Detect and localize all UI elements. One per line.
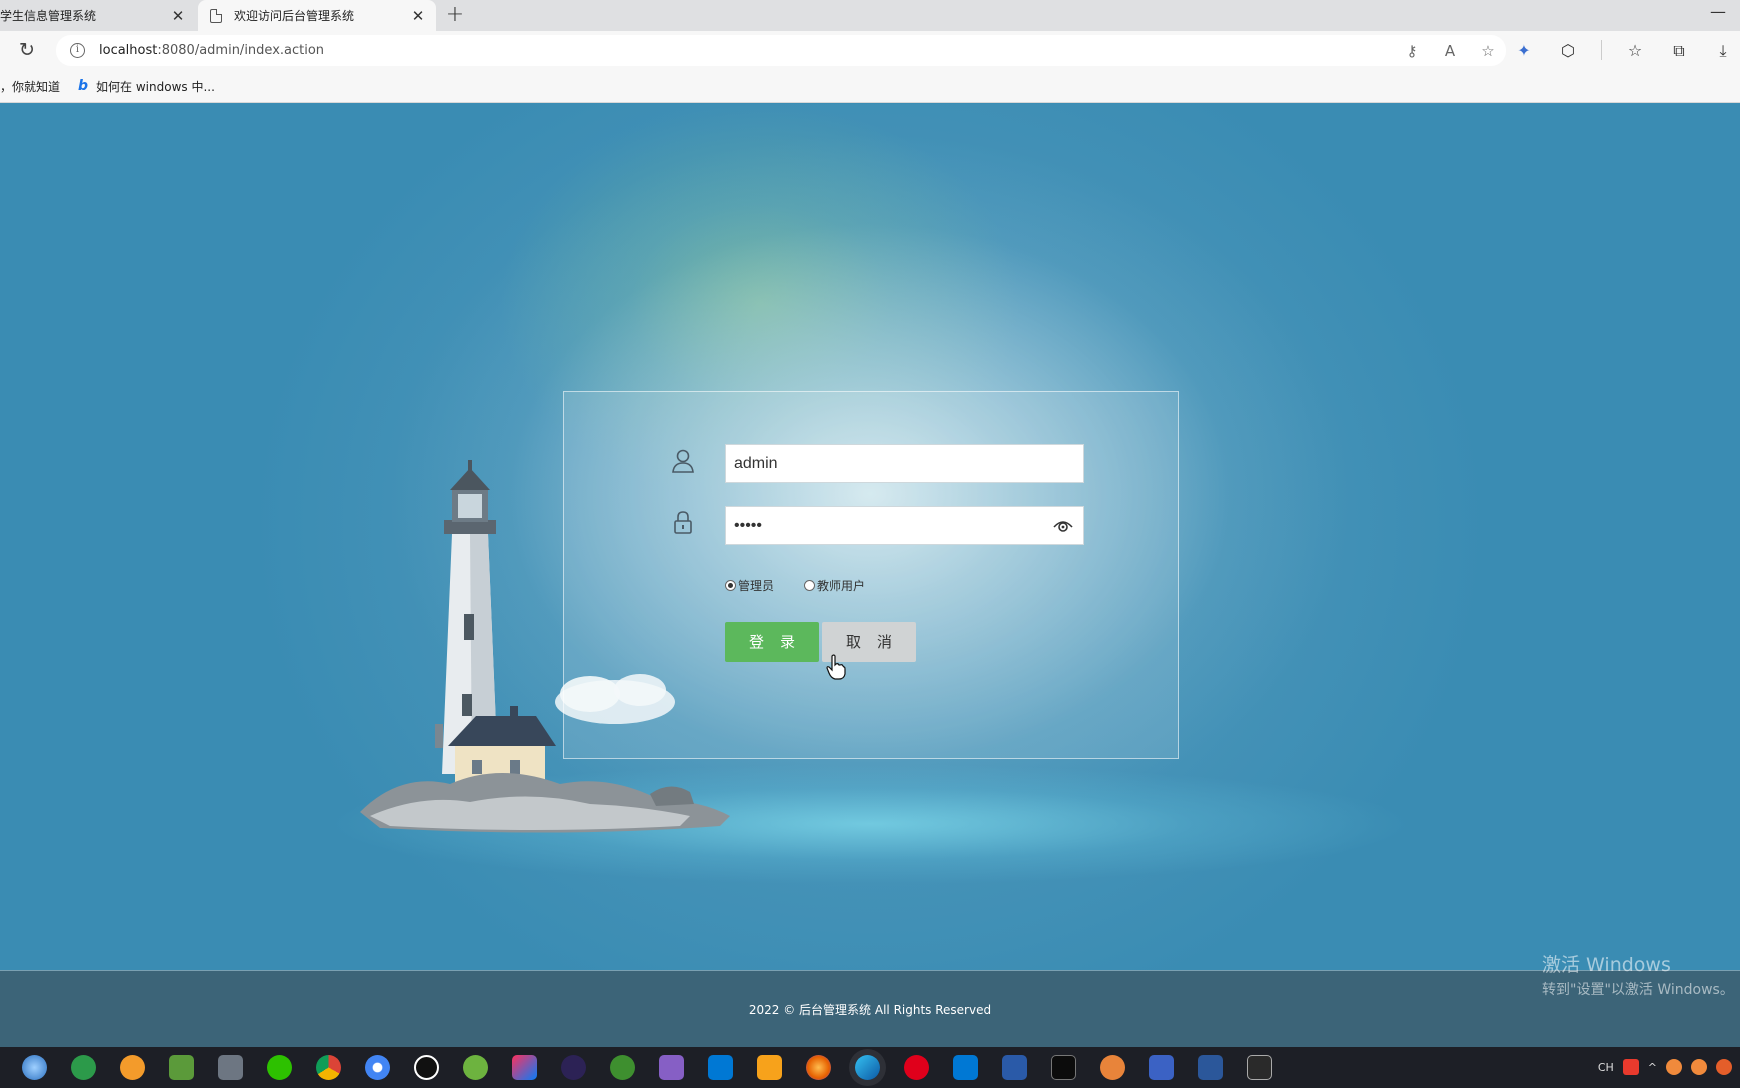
gear-app-icon[interactable] (1100, 1055, 1125, 1080)
show-hidden-icons-icon[interactable]: ^ (1648, 1061, 1657, 1074)
radio-button[interactable] (804, 580, 816, 591)
visual-studio-app-icon[interactable] (659, 1055, 684, 1080)
radio-button[interactable] (725, 580, 736, 591)
intellij-app-icon[interactable] (512, 1055, 537, 1080)
tools-app-icon[interactable] (218, 1055, 243, 1080)
extensions-icon[interactable]: ⬡ (1557, 40, 1579, 62)
globe-app-icon[interactable] (22, 1055, 47, 1080)
password-input[interactable]: ••••• (725, 506, 1084, 545)
password-masked-value: ••••• (734, 517, 763, 534)
browser-toolbar: ↻ i localhost:8080/admin/index.action ⚷ … (0, 31, 1740, 70)
windows-taskbar: CH ^ (0, 1047, 1740, 1088)
qq-app-icon[interactable] (414, 1055, 439, 1080)
spring-tool-app-icon[interactable] (610, 1055, 635, 1080)
tab-student-info[interactable]: 学生信息管理系统 ✕ (0, 0, 196, 31)
role-option-teacher[interactable]: 教师用户 (804, 577, 865, 594)
site-info-icon[interactable]: i (70, 43, 85, 58)
page-icon (210, 8, 222, 23)
role-selector: 管理员 教师用户 (725, 577, 865, 594)
minimize-window-button[interactable]: — (1710, 2, 1726, 21)
toolbar-divider (1601, 40, 1602, 60)
browser-tab-strip: 学生信息管理系统 ✕ 欢迎访问后台管理系统 ✕ + — (0, 0, 1740, 31)
hand-cursor-icon (826, 654, 846, 680)
tab-title: 学生信息管理系统 (0, 9, 97, 23)
login-panel: admin ••••• 管理员 教师用户 登录 取消 (563, 391, 1179, 759)
address-bar-actions: ⚷ A ☆ (1402, 41, 1498, 61)
chrome-app-icon[interactable] (316, 1055, 341, 1080)
word-app-icon[interactable] (1198, 1055, 1223, 1080)
edge-app-icon[interactable] (855, 1055, 880, 1080)
taskbar-app-icons (22, 1055, 1272, 1080)
minecraft-app-icon[interactable] (169, 1055, 194, 1080)
vscode-app-icon[interactable] (953, 1055, 978, 1080)
show-password-icon[interactable] (1053, 517, 1073, 535)
tray-app-icon[interactable] (1691, 1059, 1707, 1075)
tray-app-icon[interactable] (1666, 1059, 1682, 1075)
xshell-app-icon[interactable] (71, 1055, 96, 1080)
powershell-app-icon[interactable] (1002, 1055, 1027, 1080)
opera-app-icon[interactable] (904, 1055, 929, 1080)
read-aloud-icon[interactable]: A (1440, 41, 1460, 61)
downloads-icon[interactable]: ⤓ (1712, 40, 1734, 62)
tab-title: 欢迎访问后台管理系统 (234, 9, 355, 23)
bing-icon: b (78, 78, 89, 94)
page-footer: 2022 © 后台管理系统 All Rights Reserved (0, 970, 1740, 1047)
key-icon[interactable]: ⚷ (1402, 41, 1422, 61)
watermark-line-2: 转到"设置"以激活 Windows。 (1542, 982, 1734, 998)
firefox-app-icon[interactable] (806, 1055, 831, 1080)
orange-app-icon[interactable] (120, 1055, 145, 1080)
system-tray: CH ^ (1598, 1059, 1732, 1075)
store-app-icon[interactable] (708, 1055, 733, 1080)
terminal-app-icon[interactable] (1051, 1055, 1076, 1080)
lock-icon (674, 511, 692, 534)
login-button[interactable]: 登录 (725, 622, 819, 662)
new-tab-button[interactable]: + (442, 3, 468, 29)
copyright-text: 2022 © 后台管理系统 All Rights Reserved (748, 1003, 992, 1017)
login-page-background: admin ••••• 管理员 教师用户 登录 取消 (0, 104, 1740, 970)
favorite-label: ，你就知道 (0, 79, 61, 94)
url-text: localhost:8080/admin/index.action (99, 43, 325, 58)
close-tab-icon[interactable]: ✕ (406, 7, 430, 25)
role-label: 管理员 (738, 579, 775, 593)
role-option-admin[interactable]: 管理员 (725, 577, 774, 594)
chromium-app-icon[interactable] (365, 1055, 390, 1080)
reload-icon[interactable]: ↻ (16, 40, 38, 62)
orange-square-app-icon[interactable] (757, 1055, 782, 1080)
eclipse-app-icon[interactable] (561, 1055, 586, 1080)
browser-toolbar-icons: ✦ ⬡ ☆ ⧉ ⤓ (1513, 40, 1734, 62)
watermark-line-1: 激活 Windows (1542, 954, 1671, 976)
favorite-item[interactable]: ，你就知道 (0, 78, 60, 95)
favorite-item[interactable]: b 如何在 windows 中... (78, 78, 215, 95)
favorite-label: 如何在 windows 中... (96, 79, 215, 94)
favorites-bar: ，你就知道 b 如何在 windows 中... (0, 70, 1740, 103)
windows-activation-watermark: 激活 Windows 转到"设置"以激活 Windows。 (1542, 950, 1734, 999)
wechat-app-icon[interactable] (267, 1055, 292, 1080)
spring-app-icon[interactable] (463, 1055, 488, 1080)
tab-admin-welcome[interactable]: 欢迎访问后台管理系统 ✕ (198, 0, 436, 31)
role-label: 教师用户 (817, 579, 866, 593)
close-tab-icon[interactable]: ✕ (166, 7, 190, 25)
sogou-ime-icon[interactable] (1622, 1059, 1639, 1075)
collections-icon[interactable]: ⧉ (1668, 40, 1690, 62)
username-input[interactable]: admin (725, 444, 1084, 483)
text-editor-app-icon[interactable] (1247, 1055, 1272, 1080)
address-bar[interactable]: i localhost:8080/admin/index.action ⚷ A … (56, 35, 1506, 66)
pen-app-icon[interactable] (1149, 1055, 1174, 1080)
user-icon (672, 449, 694, 473)
favorites-icon[interactable]: ☆ (1624, 40, 1646, 62)
add-favorite-icon[interactable]: ☆ (1478, 41, 1498, 61)
extension-pin-icon[interactable]: ✦ (1513, 40, 1535, 62)
input-language-indicator[interactable]: CH (1598, 1061, 1614, 1074)
tray-app-icon[interactable] (1716, 1059, 1732, 1075)
